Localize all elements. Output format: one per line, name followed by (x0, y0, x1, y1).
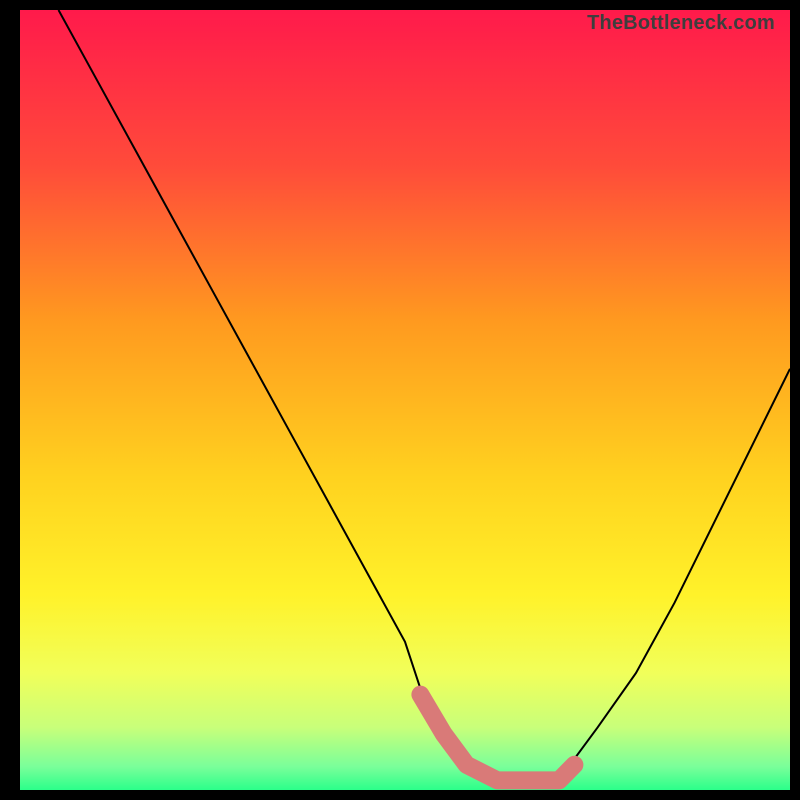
gradient-background (20, 10, 790, 790)
chart-container: TheBottleneck.com (20, 10, 790, 790)
bottleneck-chart (20, 10, 790, 790)
watermark-label: TheBottleneck.com (587, 12, 775, 35)
